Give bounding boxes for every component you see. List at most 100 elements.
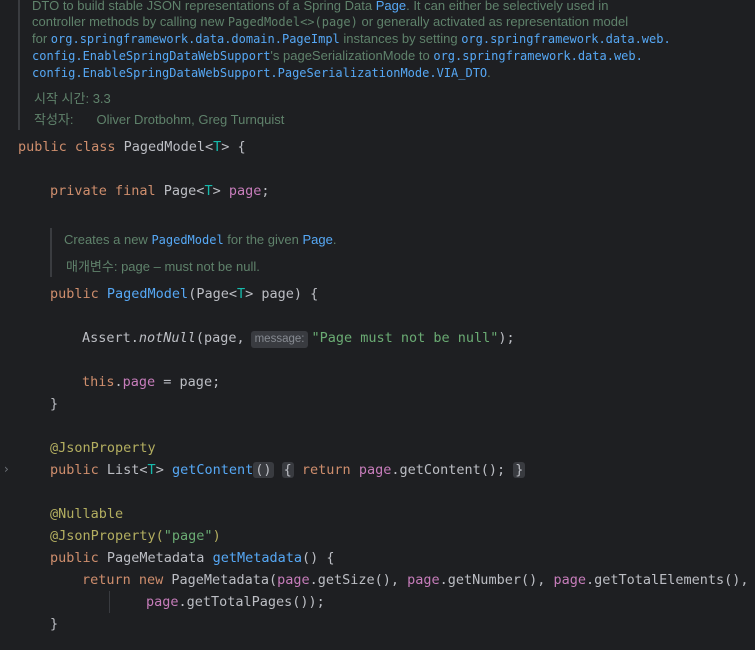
field-ref[interactable]: page [123,374,156,390]
args: (page, [195,330,245,346]
punct: ) [212,528,221,544]
type-param: T [204,183,213,199]
type-name[interactable]: Page< [164,183,205,199]
return-statement: return new PageMetadata(page.getSize(), … [82,569,749,591]
params: (Page< [188,286,237,302]
method-call: .getTotalElements(), [585,572,749,588]
doc-text: 's pageSerializationMode to [270,48,434,63]
doc-text: DTO to build stable JSON representations… [32,0,376,13]
annotation-name[interactable]: @JsonProperty [50,440,156,456]
keyword: new [138,572,172,588]
doc-text: Creates a new [64,232,152,247]
doc-link[interactable]: org.springframework.data.domain.PageImpl [51,32,340,46]
doc-link[interactable]: config.EnableSpringDataWebSupport [32,49,270,63]
doc-line: config.EnableSpringDataWebSupport's page… [32,48,643,63]
constructor-call[interactable]: PageMetadata( [171,572,277,588]
punct: > [212,183,229,199]
doc-text: . It can either be selectively used in [406,0,609,13]
doc-link[interactable]: Page [376,0,406,13]
keyword: public [50,462,107,478]
type-name[interactable]: List< [107,462,148,478]
params: > page) { [245,286,319,302]
method-call[interactable]: notNull [139,330,196,346]
brace: > { [221,139,246,155]
param-text: page – must not be null. [121,259,260,274]
expression: = page; [155,374,221,390]
method-name[interactable]: PagedModel [107,286,188,302]
method-call: .getContent(); [391,462,506,478]
doc-since: 시작 시간: 3.3 [34,88,111,107]
doc-link[interactable]: PagedModel [151,233,223,247]
doc-link[interactable]: Page [302,232,332,247]
annotation-name[interactable]: @JsonProperty( [50,528,164,544]
field-ref[interactable]: page [407,572,440,588]
doc-link[interactable]: org.springframework.data.web. [461,32,671,46]
keyword: return [293,462,359,478]
doc-text: instances by setting [339,31,462,46]
annotation: @Nullable [50,503,123,525]
annotation: @JsonProperty [50,437,156,459]
chevron-right-icon[interactable]: › [4,462,9,476]
doc-link[interactable]: org.springframework.data.web. [433,49,643,63]
annotation: @JsonProperty("page") [50,525,221,547]
type-name[interactable]: PageMetadata [107,550,213,566]
type-param: T [236,286,246,302]
doc-line: config.EnableSpringDataWebSupport.PageSe… [32,65,491,80]
assert-statement: Assert.notNull(page, message: "Page must n… [82,327,515,349]
field-ref[interactable]: page [146,594,179,610]
params: () { [301,550,335,566]
param-label: 매개변수: [66,259,118,274]
get-metadata-method: public PageMetadata getMetadata() { [50,547,335,569]
folded-region-start[interactable]: { [281,462,294,478]
closing-brace: } [50,393,58,415]
method-call: .getTotalPages()); [178,594,325,610]
string-literal: "Page must not be null" [311,330,499,346]
type-param: T [213,139,222,155]
punct: ); [498,330,515,346]
brace: } [50,616,59,632]
return-continuation: page.getTotalPages()); [146,591,325,613]
type-param: T [147,462,156,478]
doc-link[interactable]: config.EnableSpringDataWebSupport.PageSe… [32,66,487,80]
annotation-name[interactable]: @Nullable [50,506,123,522]
brace: } [50,396,59,412]
doc-line: controller methods by calling new PagedM… [32,14,628,29]
doc-line: DTO to build stable JSON representations… [32,0,608,13]
constructor-declaration: public PagedModel(Page<T> page) { [50,283,318,305]
keyword: public [50,286,107,302]
doc-bar [50,228,52,277]
assignment-statement: this.page = page; [82,371,220,393]
closing-brace: } [50,613,58,635]
class-name[interactable]: PagedModel< [124,139,213,155]
parens: () [253,462,274,478]
field-ref[interactable]: page [277,572,310,588]
punct: . [114,374,123,390]
keyword: this [82,374,115,390]
doc-text: . [332,232,337,247]
keyword: public class [18,139,124,155]
field-ref[interactable]: page [553,572,586,588]
doc-bar [18,0,20,130]
field-name[interactable]: page [229,183,262,199]
field-declaration: private final Page<T> page; [50,180,270,202]
doc-text: or generally activated as representation… [357,14,629,29]
inlay-hint: message: [250,331,309,348]
ctor-javadoc: Creates a new PagedModel for the given P… [64,232,336,247]
field-ref[interactable]: page [359,462,392,478]
doc-text: for [32,31,51,46]
author-label: 작성자: [34,112,74,127]
punct: ; [261,183,270,199]
indent-guide [109,591,110,613]
keyword: private final [50,183,164,199]
method-name[interactable]: getContent [172,462,253,478]
punct: > [155,462,172,478]
folded-region-end[interactable]: } [513,462,526,478]
method-call: .getNumber(), [439,572,554,588]
class-ref: Assert. [82,330,139,346]
method-name[interactable]: getMetadata [213,550,302,566]
keyword: public [50,550,107,566]
doc-text: for the given [223,232,303,247]
string-literal: "page" [163,528,213,544]
ctor-param-doc: 매개변수: page – must not be null. [66,256,260,275]
keyword: return [82,572,139,588]
